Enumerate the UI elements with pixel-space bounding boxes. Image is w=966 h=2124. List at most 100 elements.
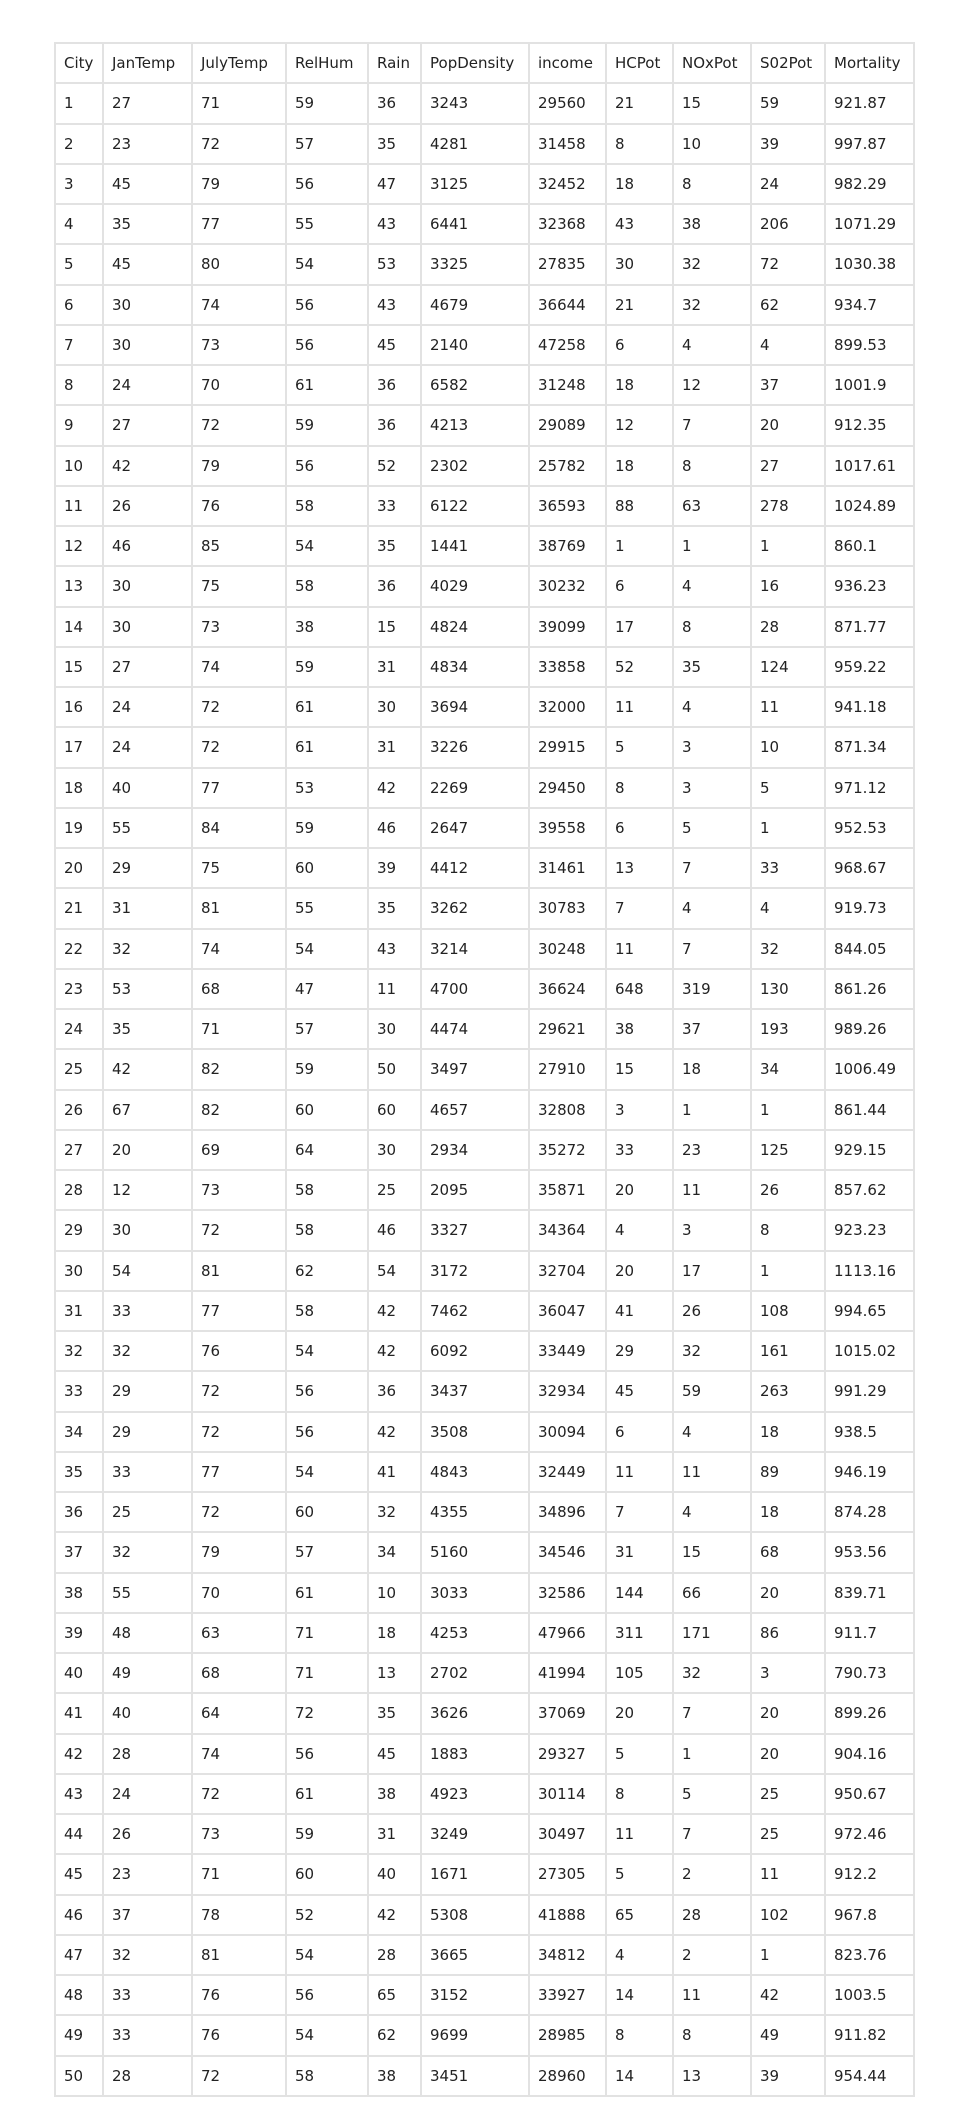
cell-rain: 52 — [367, 444, 422, 487]
cell-rain: 42 — [367, 766, 422, 809]
cell-s02pot: 20 — [750, 1692, 826, 1735]
cell-relhum: 54 — [285, 524, 369, 568]
cell-s02pot: 11 — [750, 1853, 826, 1896]
cell-julytemp: 72 — [191, 1490, 287, 1534]
cell-julytemp: 63 — [191, 1611, 287, 1655]
table-row: 8 24 70 61 36 6582 31248 18 12 37 1001.9 — [54, 363, 915, 407]
cell-hcpot: 5 — [605, 1853, 674, 1896]
cell-mortality: 971.12 — [824, 766, 915, 809]
cell-s02pot: 68 — [750, 1531, 826, 1574]
cell-julytemp: 74 — [191, 283, 287, 326]
cell-noxpot: 38 — [672, 202, 752, 246]
cell-noxpot: 4 — [672, 1410, 752, 1453]
cell-julytemp: 77 — [191, 766, 287, 809]
cell-rain: 43 — [367, 283, 422, 326]
cell-jantemp: 67 — [102, 1088, 193, 1131]
table-row: 4 35 77 55 43 6441 32368 43 38 206 1071.29 — [54, 202, 915, 246]
cell-city: 42 — [54, 1732, 104, 1775]
cell-city: 44 — [54, 1812, 104, 1856]
cell-julytemp: 68 — [191, 967, 287, 1011]
cell-popdensity: 2095 — [420, 1168, 530, 1212]
cell-jantemp: 24 — [102, 726, 193, 769]
cell-income: 47966 — [528, 1611, 607, 1655]
cell-s02pot: 8 — [750, 1209, 826, 1252]
cell-city: 23 — [54, 967, 104, 1011]
cell-julytemp: 82 — [191, 1048, 287, 1091]
cell-julytemp: 75 — [191, 846, 287, 890]
cell-julytemp: 77 — [191, 1450, 287, 1494]
cell-julytemp: 72 — [191, 2054, 287, 2097]
cell-city: 1 — [54, 82, 104, 125]
cell-mortality: 967.8 — [824, 1893, 915, 1936]
cell-jantemp: 29 — [102, 1410, 193, 1453]
cell-noxpot: 1 — [672, 1088, 752, 1131]
cell-noxpot: 59 — [672, 1370, 752, 1413]
cell-city: 38 — [54, 1571, 104, 1614]
cell-relhum: 58 — [285, 1168, 369, 1212]
cell-city: 50 — [54, 2054, 104, 2097]
cell-mortality: 1003.5 — [824, 1973, 915, 2017]
table-row: 23 53 68 47 11 4700 36624 648 319 130 861.26 — [54, 967, 915, 1011]
cell-hcpot: 11 — [605, 1812, 674, 1856]
cell-s02pot: 1 — [750, 1933, 826, 1977]
cell-popdensity: 4824 — [420, 605, 530, 648]
table-row: 46 37 78 52 42 5308 41888 65 28 102 967.8 — [54, 1893, 915, 1936]
cell-hcpot: 33 — [605, 1128, 674, 1172]
cell-s02pot: 130 — [750, 967, 826, 1011]
cell-julytemp: 81 — [191, 887, 287, 930]
column-header-relhum: RelHum — [285, 41, 369, 85]
cell-rain: 31 — [367, 726, 422, 769]
cell-popdensity: 1883 — [420, 1732, 530, 1775]
cell-s02pot: 16 — [750, 565, 826, 608]
cell-city: 29 — [54, 1209, 104, 1252]
table-row: 9 27 72 59 36 4213 29089 12 7 20 912.35 — [54, 404, 915, 447]
cell-noxpot: 7 — [672, 1692, 752, 1735]
cell-hcpot: 30 — [605, 243, 674, 286]
table-row: 42 28 74 56 45 1883 29327 5 1 20 904.16 — [54, 1732, 915, 1775]
table-row: 21 31 81 55 35 3262 30783 7 4 4 919.73 — [54, 887, 915, 930]
cell-noxpot: 7 — [672, 404, 752, 447]
cell-s02pot: 161 — [750, 1329, 826, 1373]
cell-rain: 31 — [367, 1812, 422, 1856]
cell-mortality: 839.71 — [824, 1571, 915, 1614]
cell-noxpot: 1 — [672, 524, 752, 568]
cell-income: 30248 — [528, 927, 607, 970]
cell-noxpot: 23 — [672, 1128, 752, 1172]
cell-julytemp: 71 — [191, 1007, 287, 1051]
cell-hcpot: 45 — [605, 1370, 674, 1413]
cell-income: 41888 — [528, 1893, 607, 1936]
cell-hcpot: 15 — [605, 1048, 674, 1091]
cell-relhum: 59 — [285, 806, 369, 850]
cell-city: 16 — [54, 685, 104, 729]
cell-julytemp: 72 — [191, 1370, 287, 1413]
cell-mortality: 954.44 — [824, 2054, 915, 2097]
table-row: 13 30 75 58 36 4029 30232 6 4 16 936.23 — [54, 565, 915, 608]
cell-hcpot: 144 — [605, 1571, 674, 1614]
cell-s02pot: 62 — [750, 283, 826, 326]
cell-noxpot: 63 — [672, 484, 752, 528]
cell-relhum: 57 — [285, 122, 369, 165]
cell-city: 28 — [54, 1168, 104, 1212]
cell-income: 36644 — [528, 283, 607, 326]
cell-rain: 54 — [367, 1249, 422, 1292]
cell-s02pot: 42 — [750, 1973, 826, 2017]
cell-city: 47 — [54, 1933, 104, 1977]
cell-income: 27835 — [528, 243, 607, 286]
cell-popdensity: 3262 — [420, 887, 530, 930]
cell-city: 3 — [54, 162, 104, 206]
cell-noxpot: 11 — [672, 1168, 752, 1212]
cell-city: 8 — [54, 363, 104, 407]
cell-hcpot: 21 — [605, 283, 674, 326]
cell-mortality: 1017.61 — [824, 444, 915, 487]
cell-s02pot: 20 — [750, 1571, 826, 1614]
cell-relhum: 58 — [285, 484, 369, 528]
cell-rain: 36 — [367, 565, 422, 608]
header-row: City JanTemp JulyTemp RelHum Rain PopDen… — [54, 41, 915, 85]
cell-julytemp: 72 — [191, 685, 287, 729]
cell-income: 35871 — [528, 1168, 607, 1212]
cell-mortality: 844.05 — [824, 927, 915, 970]
cell-city: 32 — [54, 1329, 104, 1373]
cell-city: 46 — [54, 1893, 104, 1936]
cell-s02pot: 5 — [750, 766, 826, 809]
cell-noxpot: 10 — [672, 122, 752, 165]
